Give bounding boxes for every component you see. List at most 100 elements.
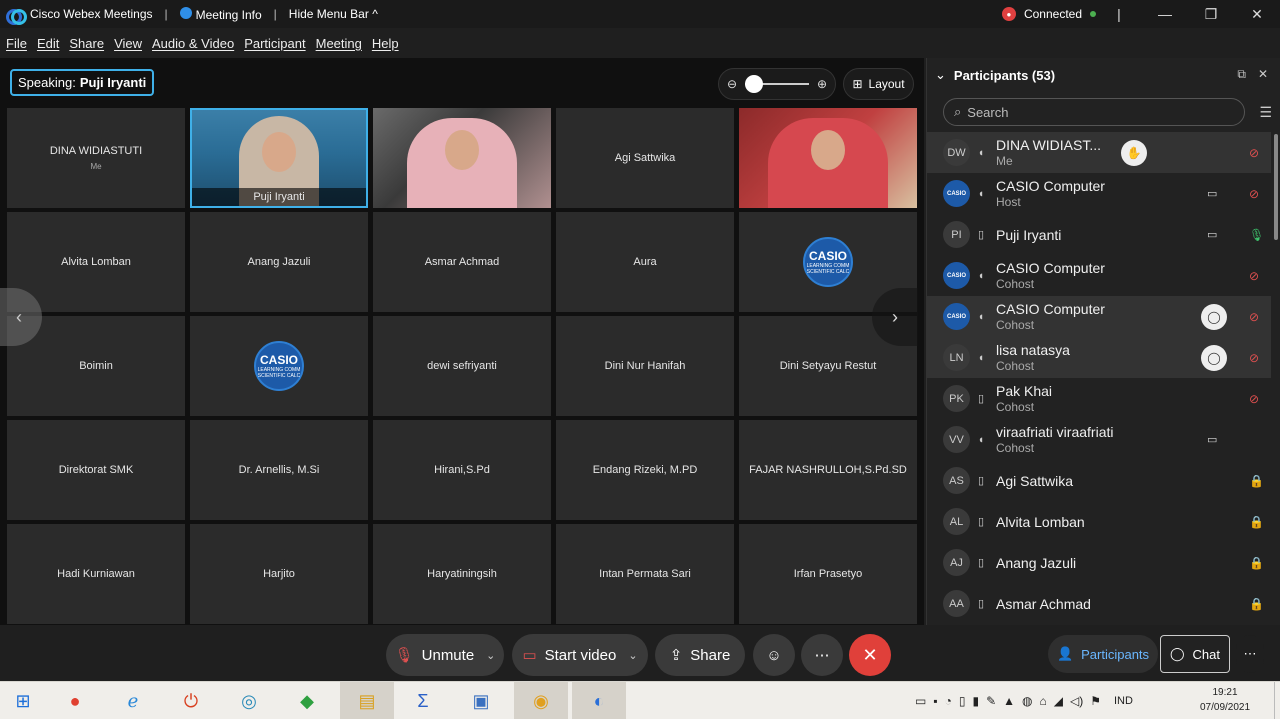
menu-file[interactable]: File	[6, 36, 27, 51]
app-icon-red[interactable]: ●	[60, 686, 90, 716]
minimize-button[interactable]: —	[1142, 6, 1188, 22]
mic-muted-icon[interactable]: ⊘	[1249, 187, 1259, 201]
menu-edit[interactable]: Edit	[37, 36, 59, 51]
zoom-out-icon[interactable]: ⊖	[727, 77, 737, 91]
participant-row[interactable]: CASIO ◖ CASIO Computer Cohost ⊘	[927, 255, 1271, 296]
raise-hand-icon[interactable]: ✋	[1121, 139, 1147, 166]
layout-button[interactable]: ⊞ Layout	[843, 68, 914, 100]
internet-explorer-icon[interactable]: ℯ	[118, 686, 148, 716]
menu-meeting[interactable]: Meeting	[316, 36, 362, 51]
video-tile[interactable]: Irfan Prasetyo	[739, 524, 917, 624]
mic-muted-icon[interactable]: ⊘	[1249, 392, 1259, 406]
participant-row[interactable]: PI ▯ Puji Iryanti ▭ 🎙	[927, 214, 1271, 255]
video-tile[interactable]: Hirani,S.Pd	[373, 420, 551, 520]
zoom-in-icon[interactable]: ⊕	[817, 77, 827, 91]
popout-icon[interactable]: ⧉	[1237, 67, 1246, 82]
mic-locked-icon[interactable]: 🔒	[1249, 597, 1264, 611]
video-tile[interactable]: Haryatiningsih	[373, 524, 551, 624]
mic-on-icon[interactable]: 🎙	[1249, 228, 1264, 242]
file-explorer-icon[interactable]: ▤	[340, 682, 394, 719]
participant-row[interactable]: DW ◖ DINA WIDIAST... Me ✋ ⊘	[927, 132, 1271, 173]
participant-list-scrollbar[interactable]	[1274, 134, 1278, 240]
sigma-app-icon[interactable]: Σ	[408, 686, 438, 716]
video-tile[interactable]: DINA WIDIASTUTI Me	[7, 108, 185, 208]
participant-row[interactable]: CASIO ◖ CASIO Computer Cohost ◯ ⊘	[927, 296, 1271, 337]
meeting-info-button[interactable]: Meeting Info	[179, 6, 262, 22]
windows-start-icon[interactable]: ⊞	[8, 686, 38, 716]
tray-icon-security[interactable]: ◍	[1022, 694, 1032, 708]
mic-locked-icon[interactable]: 🔒	[1249, 556, 1264, 570]
video-feed-tile[interactable]	[739, 108, 917, 208]
sheets-app-icon[interactable]: ◆	[292, 686, 322, 716]
video-feed-tile[interactable]: Puji Iryanti	[190, 108, 368, 208]
chat-bubble-icon[interactable]: ◯	[1201, 303, 1227, 330]
tray-icon-keyboard[interactable]: ▭	[915, 694, 926, 708]
mic-muted-icon[interactable]: ⊘	[1249, 351, 1259, 365]
menu-view[interactable]: View	[114, 36, 142, 51]
menu-participant[interactable]: Participant	[244, 36, 305, 51]
video-feed-tile[interactable]	[373, 108, 551, 208]
video-tile[interactable]: FAJAR NASHRULLOH,S.Pd.SD	[739, 420, 917, 520]
video-tile[interactable]: dewi sefriyanti	[373, 316, 551, 416]
zoom-control[interactable]: ⊖ ⊕	[718, 68, 836, 100]
video-tile[interactable]: Dini Nur Hanifah	[556, 316, 734, 416]
video-tile[interactable]: Endang Rizeki, M.PD	[556, 420, 734, 520]
document-app-icon[interactable]: ▣	[466, 686, 496, 716]
reactions-button[interactable]: ☺	[753, 634, 795, 676]
volume-icon[interactable]: ◁)	[1070, 694, 1083, 708]
participant-search-input[interactable]: ⌕ Search	[943, 98, 1245, 126]
tray-icon-drive[interactable]: ▲	[1003, 694, 1015, 708]
chat-button[interactable]: ◯ Chat	[1160, 635, 1230, 673]
sort-icon[interactable]: ☰	[1259, 104, 1272, 121]
mic-locked-icon[interactable]: 🔒	[1249, 474, 1264, 488]
menu-share[interactable]: Share	[69, 36, 104, 51]
video-tile[interactable]: Agi Sattwika	[556, 108, 734, 208]
video-tile[interactable]: Asmar Achmad	[373, 212, 551, 312]
webex-taskbar-icon[interactable]: ◐	[572, 682, 626, 719]
video-tile[interactable]: Dr. Arnellis, M.Si	[190, 420, 368, 520]
chevron-down-icon[interactable]: ⌄	[486, 649, 495, 662]
participant-row[interactable]: AJ ▯ Anang Jazuli 🔒	[927, 542, 1271, 583]
participant-row[interactable]: VV ◖ viraafriati viraafriati Cohost ▭	[927, 419, 1271, 460]
maximize-button[interactable]: ❐	[1188, 6, 1234, 23]
hide-menu-bar-button[interactable]: Hide Menu Bar ^	[289, 7, 378, 21]
tray-icon-tool[interactable]: ✎	[986, 694, 996, 708]
menu-audio-video[interactable]: Audio & Video	[152, 36, 234, 51]
language-indicator[interactable]: IND	[1114, 695, 1133, 707]
unmute-button[interactable]: 🎙 Unmute ⌄	[386, 634, 504, 676]
close-panel-icon[interactable]: ✕	[1258, 67, 1268, 82]
video-tile[interactable]: Hadi Kurniawan	[7, 524, 185, 624]
mic-muted-icon[interactable]: ⊘	[1249, 146, 1259, 160]
video-tile[interactable]: Direktorat SMK	[7, 420, 185, 520]
power-app-icon[interactable]: ⏻	[176, 686, 206, 716]
zoom-slider-knob[interactable]	[745, 75, 764, 93]
clock[interactable]: 19:21 07/09/2021	[1200, 685, 1250, 715]
participant-row[interactable]: AL ▯ Alvita Lomban 🔒	[927, 501, 1271, 542]
wifi-icon[interactable]: ◢	[1054, 694, 1063, 708]
video-tile[interactable]: Aura	[556, 212, 734, 312]
participant-row[interactable]: PK ▯ Pak Khai Cohost ⊘	[927, 378, 1271, 419]
tray-icon-power[interactable]: ◔	[945, 694, 952, 708]
mic-locked-icon[interactable]: 🔒	[1249, 515, 1264, 529]
participant-row[interactable]: AS ▯ Agi Sattwika 🔒	[927, 460, 1271, 501]
show-desktop-button[interactable]	[1274, 682, 1280, 719]
tray-icon-usb[interactable]: ⌂	[1040, 694, 1047, 708]
more-options-button[interactable]: ⋯	[801, 634, 843, 676]
participant-row[interactable]: LN ◖ lisa natasya Cohost ◯ ⊘	[927, 337, 1271, 378]
video-tile[interactable]: Anang Jazuli	[190, 212, 368, 312]
share-button[interactable]: ⇪ Share	[655, 634, 745, 676]
video-tile[interactable]: CASIO LEARNING COMM SCIENTIFIC CALC	[190, 316, 368, 416]
participants-button[interactable]: 👤 Participants	[1048, 635, 1158, 673]
tray-icon-display[interactable]: ▯	[959, 694, 966, 708]
mic-muted-icon[interactable]: ⊘	[1249, 269, 1259, 283]
chevron-down-icon[interactable]: ⌄	[628, 649, 637, 662]
video-tile[interactable]: Intan Permata Sari	[556, 524, 734, 624]
panel-more-button[interactable]: ⋯	[1236, 635, 1264, 673]
flag-icon[interactable]: ⚑	[1090, 694, 1101, 708]
media-app-icon[interactable]: ◎	[234, 686, 264, 716]
chrome-icon[interactable]: ◉	[514, 682, 568, 719]
menu-help[interactable]: Help	[372, 36, 399, 51]
start-video-button[interactable]: ▭ Start video ⌄	[512, 634, 648, 676]
video-tile[interactable]: Harjito	[190, 524, 368, 624]
leave-meeting-button[interactable]: ✕	[849, 634, 891, 676]
